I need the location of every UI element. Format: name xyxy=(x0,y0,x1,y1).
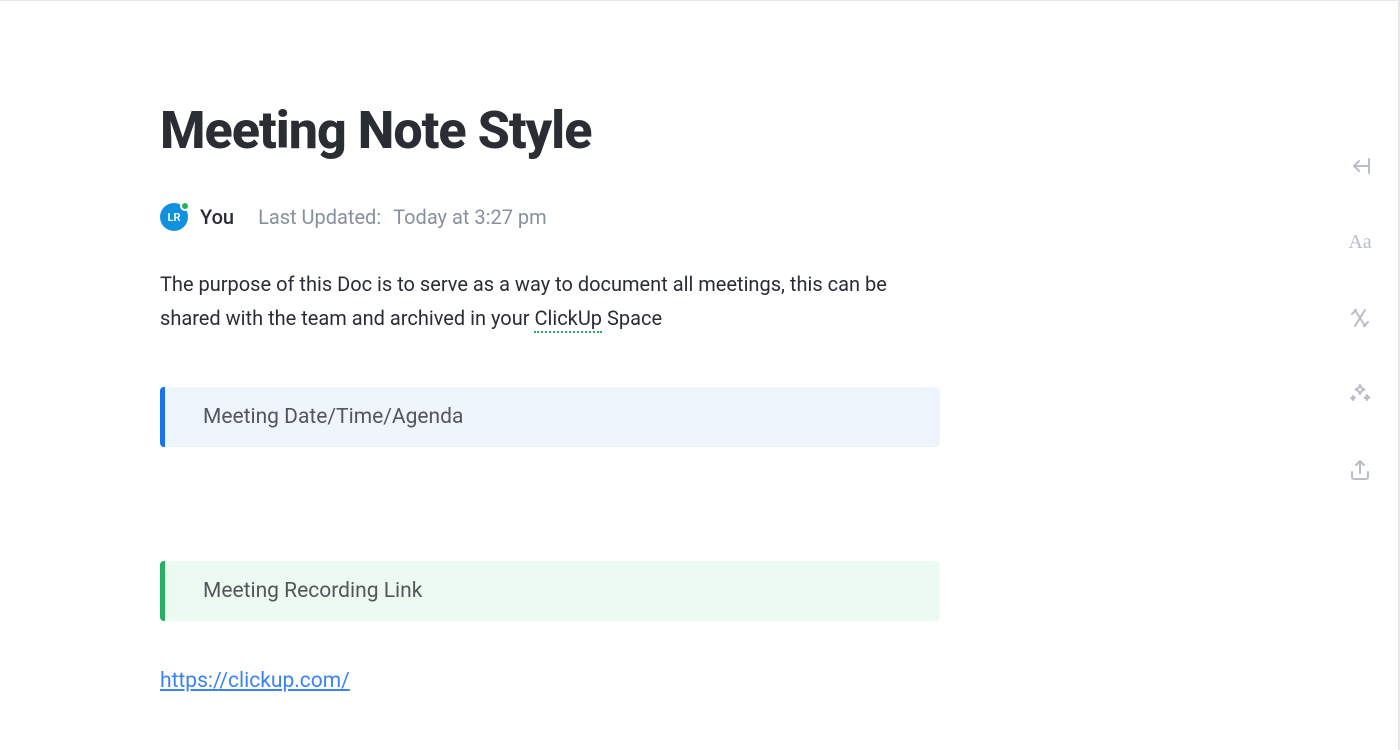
spacer xyxy=(160,635,940,669)
author-name[interactable]: You xyxy=(200,205,234,229)
callout-recording-text: Meeting Recording Link xyxy=(203,579,422,603)
callout-recording-link[interactable]: Meeting Recording Link xyxy=(160,561,940,621)
magic-wand-icon xyxy=(1348,382,1372,406)
avatar-initials: LR xyxy=(168,211,181,224)
collapse-sidebar-button[interactable] xyxy=(1344,150,1376,182)
callout-agenda-text: Meeting Date/Time/Agenda xyxy=(203,405,463,429)
presence-indicator-icon xyxy=(180,201,190,211)
intro-text-part2: Space xyxy=(602,306,662,330)
author-avatar[interactable]: LR xyxy=(160,203,188,231)
share-button[interactable] xyxy=(1344,454,1376,486)
ai-sparkle-icon xyxy=(1348,306,1372,330)
updated-time: Today at 3:27 pm xyxy=(393,205,547,229)
updated-label: Last Updated: xyxy=(258,205,381,229)
collapse-sidebar-icon xyxy=(1348,154,1372,178)
spellcheck-word[interactable]: ClickUp xyxy=(534,306,602,333)
document-body[interactable]: Meeting Note Style LR You Last Updated: … xyxy=(0,0,1100,693)
intro-text-part1: The purpose of this Doc is to serve as a… xyxy=(160,272,887,330)
magic-wand-button[interactable] xyxy=(1344,378,1376,410)
typography-button[interactable]: Aa xyxy=(1344,226,1376,258)
ai-assist-button[interactable] xyxy=(1344,302,1376,334)
document-meta-row: LR You Last Updated: Today at 3:27 pm xyxy=(160,203,940,231)
recording-url-link[interactable]: https://clickup.com/ xyxy=(160,669,350,693)
top-divider xyxy=(0,0,1400,1)
page-title[interactable]: Meeting Note Style xyxy=(160,100,940,161)
spacer xyxy=(160,461,940,561)
typography-icon: Aa xyxy=(1348,231,1371,254)
share-icon xyxy=(1348,458,1372,482)
intro-paragraph[interactable]: The purpose of this Doc is to serve as a… xyxy=(160,267,940,335)
callout-meeting-agenda[interactable]: Meeting Date/Time/Agenda xyxy=(160,387,940,447)
right-toolbar: Aa xyxy=(1344,150,1376,486)
